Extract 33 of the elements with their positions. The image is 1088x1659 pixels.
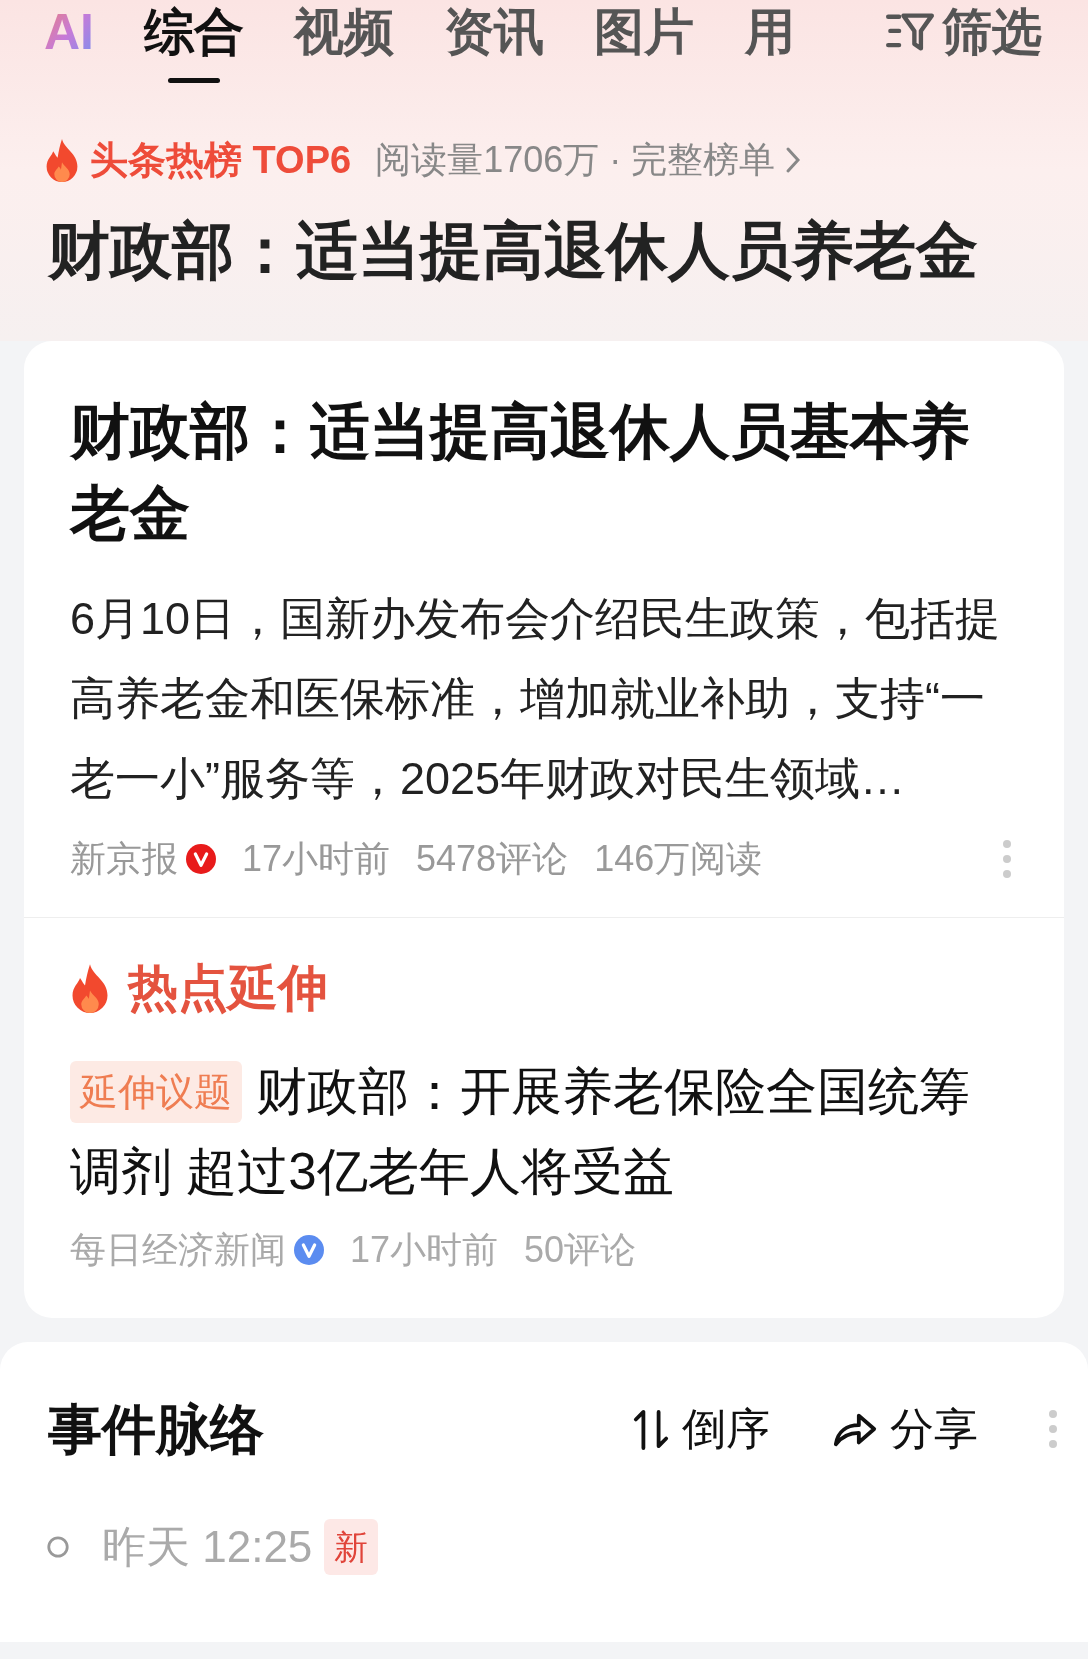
article-summary: 6月10日，国新办发布会介绍民生政策，包括提高养老金和医保标准，增加就业补助，支持“一老一小”服务等，2025年财政对民生领域…: [70, 592, 1002, 806]
tab[interactable]: 用: [744, 2, 796, 83]
article-title[interactable]: 财政部：适当提高退休人员基本养老金: [70, 391, 1018, 555]
more-icon[interactable]: [1048, 1409, 1058, 1449]
more-icon[interactable]: [1002, 839, 1012, 879]
time-label: 17小时前: [350, 1228, 499, 1272]
filter-button[interactable]: 筛选: [886, 2, 1042, 62]
read-count: 146万阅读: [594, 837, 763, 881]
tab[interactable]: 图片: [594, 2, 694, 83]
topic-tag: 延伸议题: [70, 1061, 242, 1123]
chevron-icon: [785, 146, 802, 174]
timeline-time: 昨天 12:25: [102, 1521, 313, 1573]
sort-icon: [632, 1408, 670, 1450]
hot-list-title[interactable]: 头条热榜 TOP6: [90, 131, 352, 189]
share-button[interactable]: 分享: [832, 1396, 978, 1462]
flame-icon: [44, 138, 80, 182]
flame-icon: [70, 963, 110, 1013]
section-heading: 热点延伸: [128, 959, 328, 1018]
comment-count: 5478评论: [416, 837, 569, 881]
section-title: 事件脉络: [48, 1398, 264, 1461]
time-label: 17小时前: [242, 837, 391, 881]
tab[interactable]: 资讯: [444, 2, 544, 83]
sort-button[interactable]: 倒序: [632, 1396, 770, 1462]
hot-list-stats[interactable]: 阅读量1706万 · 完整榜单: [375, 133, 776, 187]
timeline-dot-icon: [46, 1535, 70, 1559]
tab[interactable]: 视频: [294, 2, 394, 83]
verified-icon: [294, 1235, 324, 1265]
comment-count: 50评论: [524, 1228, 637, 1272]
related-headline[interactable]: 延伸议题 财政部：开展养老保险全国统筹调剂 超过3亿老年人将受益: [70, 1052, 1018, 1212]
verified-icon: [186, 844, 216, 874]
tab[interactable]: 综合: [144, 2, 244, 83]
new-badge: 新: [324, 1519, 379, 1575]
headline[interactable]: 财政部：适当提高退休人员养老金: [0, 211, 1088, 291]
